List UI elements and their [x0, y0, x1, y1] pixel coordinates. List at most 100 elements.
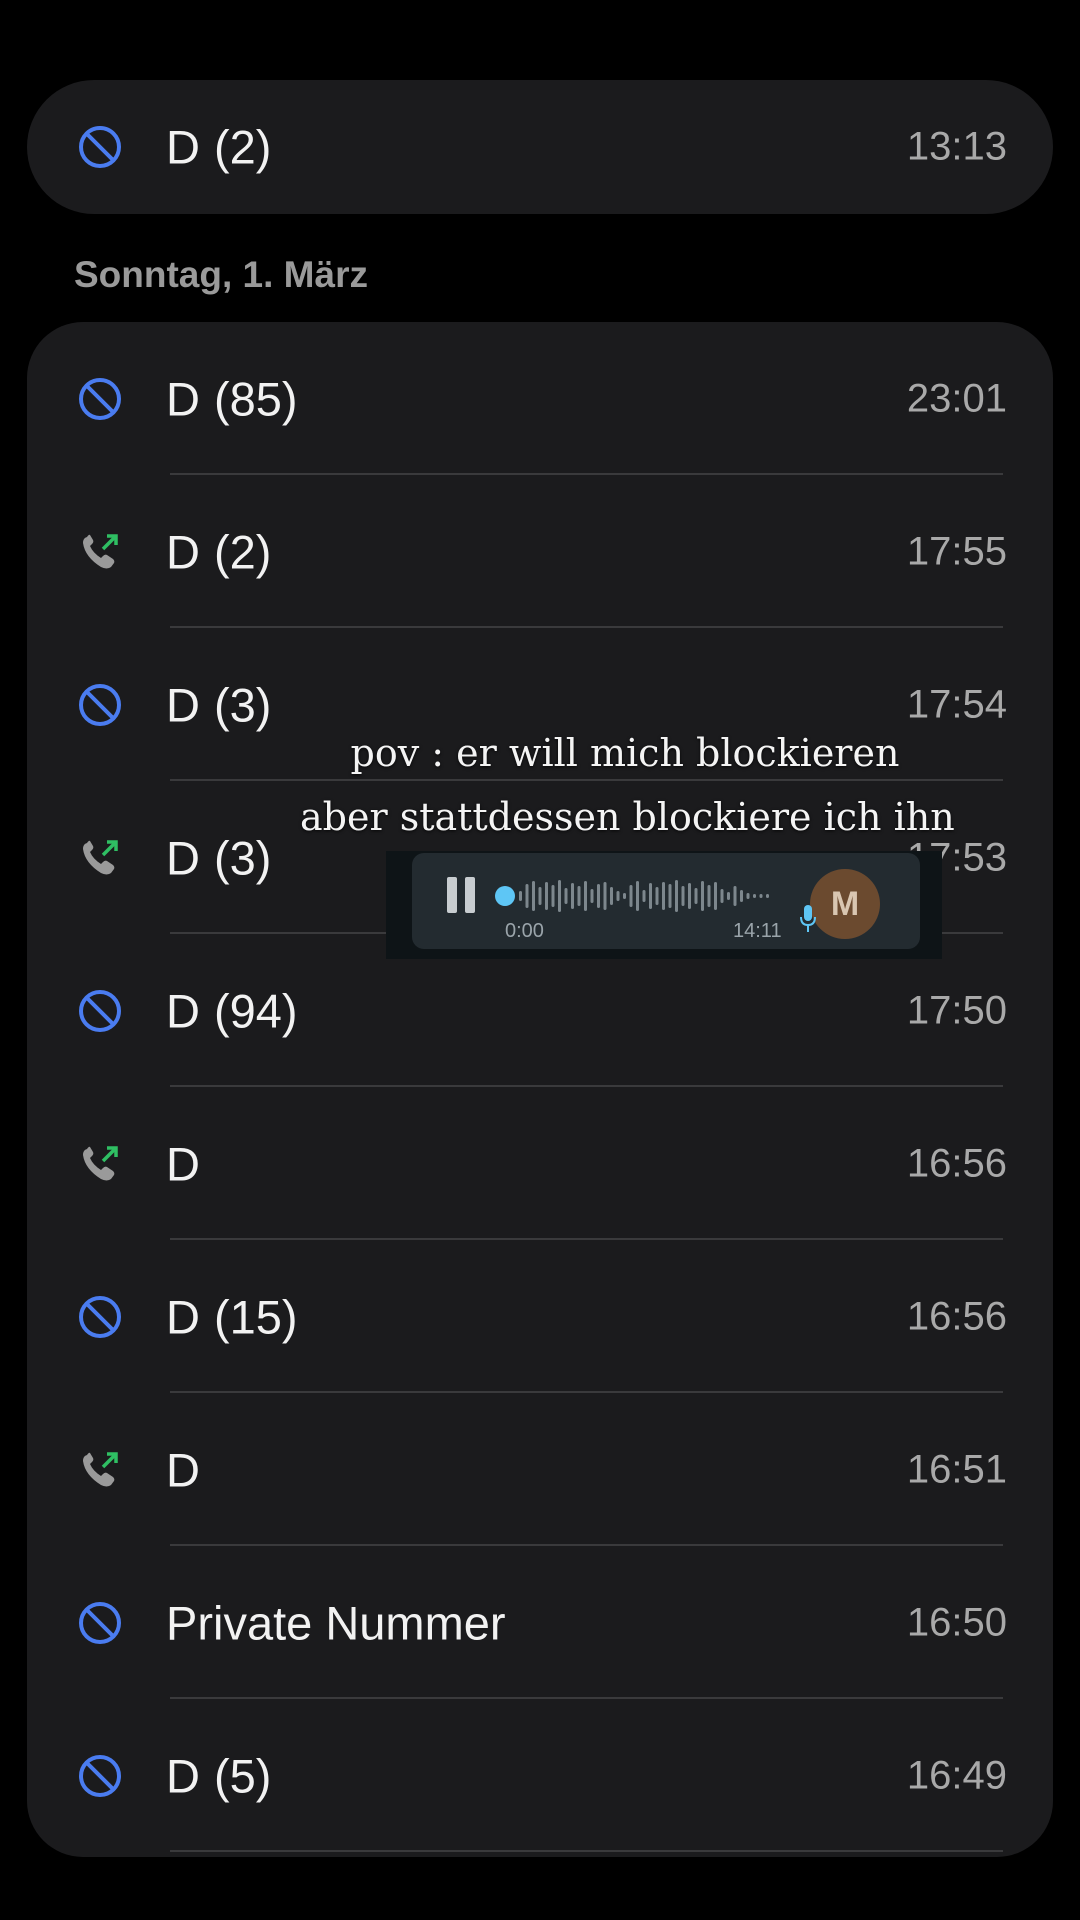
waveform-bar — [746, 893, 750, 899]
caller-name-text: D — [166, 120, 200, 173]
call-row[interactable]: D (2) 17:55 — [27, 475, 1053, 628]
call-count: (94) — [213, 984, 298, 1037]
caller-name-text: D — [166, 831, 200, 884]
waveform-bar — [642, 890, 646, 902]
call-time: 16:50 — [906, 1600, 1007, 1644]
call-row-top[interactable]: D (2) 13:13 — [27, 70, 1053, 223]
caller-name-text: D — [166, 678, 200, 731]
waveform-bar — [681, 886, 685, 906]
call-count: (3) — [213, 831, 272, 884]
caller-name-text: D — [166, 1443, 200, 1496]
call-row[interactable]: D 16:56 — [27, 1087, 1053, 1240]
caption-line-1: pov : er will mich blockieren — [350, 731, 900, 775]
waveform-bar — [701, 881, 704, 911]
row-divider — [170, 1850, 1003, 1852]
caller-name: D (3) — [166, 830, 271, 885]
waveform-bar — [610, 887, 613, 905]
pause-button[interactable] — [447, 877, 477, 913]
caller-name-text: D — [166, 1290, 200, 1343]
avatar: M — [810, 869, 880, 939]
waveform-bar — [558, 880, 561, 912]
call-time: 23:01 — [906, 376, 1007, 420]
caller-name: D (2) — [166, 119, 271, 174]
caller-name-text: D — [166, 372, 200, 425]
waveform-bar — [603, 882, 607, 910]
voice-duration: 14:11 — [733, 920, 782, 942]
blocked-icon — [79, 125, 121, 168]
waveform-bar — [727, 892, 730, 900]
waveform-bar — [571, 883, 574, 909]
waveform-bar — [629, 885, 633, 907]
call-count: (2) — [213, 120, 272, 173]
outgoing-call-icon — [83, 1145, 118, 1180]
mic-icon — [800, 905, 816, 932]
call-row[interactable]: D (5) 16:49 — [27, 1699, 1053, 1852]
caller-name: D (5) — [166, 1748, 271, 1803]
waveform-bar — [759, 894, 763, 898]
call-time: 16:51 — [906, 1447, 1007, 1491]
waveform-bar — [707, 885, 711, 907]
call-list-card: D (85) 23:01 D (2) 17:55 D (3) 17:54 D (3) 17:53 D (9… — [27, 322, 1053, 1857]
waveform-bar — [668, 884, 672, 908]
blocked-icon — [79, 1754, 121, 1797]
call-time: 16:49 — [906, 1753, 1007, 1797]
waveform-bar — [551, 885, 555, 907]
blocked-icon — [79, 1295, 121, 1338]
call-time: 17:54 — [906, 682, 1007, 726]
waveform-bar — [753, 894, 756, 898]
playback-dot[interactable] — [495, 886, 515, 906]
outgoing-call-icon — [83, 533, 118, 568]
waveform-bar — [519, 891, 522, 901]
call-row[interactable]: D (15) 16:56 — [27, 1240, 1053, 1393]
waveform — [519, 880, 769, 912]
caller-name: D (2) — [166, 524, 271, 579]
voice-current-time: 0:00 — [505, 920, 544, 942]
call-row[interactable]: D (85) 23:01 — [27, 322, 1053, 475]
waveform-bar — [590, 889, 594, 903]
waveform-bar — [714, 882, 717, 910]
outgoing-call-icon — [83, 839, 118, 874]
call-time: 17:50 — [906, 988, 1007, 1032]
call-entry-top[interactable]: D (2) 13:13 — [27, 80, 1053, 214]
blocked-icon — [79, 377, 121, 420]
call-count: (2) — [213, 525, 272, 578]
waveform-bar — [740, 890, 743, 902]
waveform-bar — [675, 880, 678, 912]
caller-name-text: D — [166, 1137, 200, 1190]
call-count: (15) — [213, 1290, 298, 1343]
blocked-icon — [79, 683, 121, 726]
waveform-bar — [538, 887, 542, 905]
caller-name: D — [166, 1136, 200, 1191]
call-time: 16:56 — [906, 1141, 1007, 1185]
caller-name-text: Private Nummer — [166, 1596, 506, 1649]
caller-name-text: D — [166, 984, 200, 1037]
waveform-bar — [649, 883, 652, 909]
blocked-icon — [79, 1601, 121, 1644]
waveform-bar — [577, 886, 581, 906]
call-row[interactable]: Private Nummer 16:50 — [27, 1546, 1053, 1699]
caller-name: D — [166, 1442, 200, 1497]
call-time: 17:55 — [906, 529, 1007, 573]
caller-name: D (85) — [166, 371, 298, 426]
waveform-bar — [545, 882, 548, 910]
waveform-bar — [694, 888, 698, 904]
waveform-bar — [688, 883, 691, 909]
caller-name: Private Nummer — [166, 1595, 506, 1650]
call-count: (85) — [213, 372, 298, 425]
caller-name: D (94) — [166, 983, 298, 1038]
call-log-screen: D (2) 13:13 Sonntag, 1. März D (85) 23:01 D(… — [0, 0, 1080, 1920]
caller-name-text: D — [166, 525, 200, 578]
blocked-icon — [79, 989, 121, 1032]
waveform-bar — [616, 891, 620, 901]
waveform-bar — [733, 886, 737, 906]
call-time: 16:56 — [906, 1294, 1007, 1338]
waveform-bar — [597, 884, 600, 908]
call-time: 13:13 — [906, 124, 1007, 168]
waveform-bar — [662, 882, 665, 910]
waveform-bar — [564, 888, 568, 904]
call-count: (5) — [213, 1749, 272, 1802]
waveform-bar — [636, 881, 639, 911]
call-row[interactable]: D 16:51 — [27, 1393, 1053, 1546]
waveform-bar — [532, 881, 535, 911]
outgoing-call-icon — [83, 1451, 118, 1486]
